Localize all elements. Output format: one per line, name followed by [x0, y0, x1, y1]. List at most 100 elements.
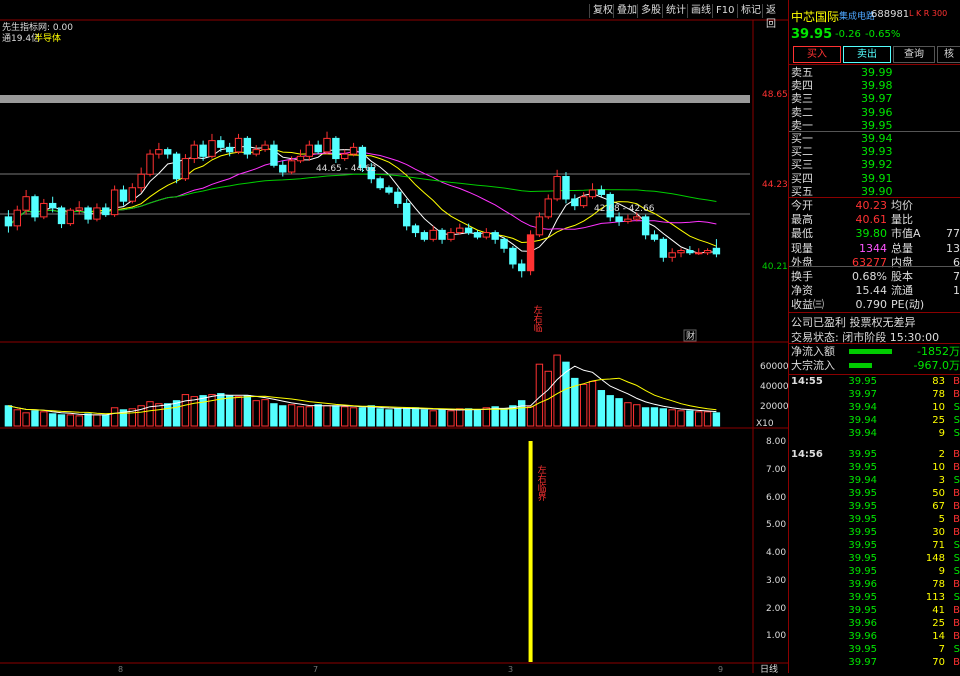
- toolbar-f10[interactable]: F10: [712, 4, 737, 18]
- tick-volume: 10: [932, 402, 945, 413]
- period-label[interactable]: 日线: [760, 663, 778, 675]
- volume-bar: [411, 407, 420, 427]
- tick-row[interactable]: 39.95 148 S: [789, 552, 960, 565]
- tick-time: 14:55: [791, 376, 823, 387]
- tick-row[interactable]: 39.94 9 S: [789, 427, 960, 440]
- buy-button[interactable]: 买入: [793, 46, 841, 63]
- tick-side: S: [953, 540, 960, 551]
- tick-row[interactable]: 39.95 5 B: [789, 513, 960, 526]
- tick-row[interactable]: 39.95 71 S: [789, 539, 960, 552]
- candle-body: [553, 176, 561, 200]
- candle-body: [279, 164, 287, 173]
- tick-row[interactable]: 14:56 39.95 2 B: [789, 448, 960, 461]
- tick-row[interactable]: 39.95 9 S: [789, 565, 960, 578]
- tick-row[interactable]: 39.96 25 B: [789, 617, 960, 630]
- tick-row[interactable]: 39.95 7 S: [789, 643, 960, 656]
- candle-body: [615, 216, 623, 222]
- tick-list[interactable]: 14:55 39.95 83 B 39.97 78 B 39.94 10 S 3…: [789, 375, 960, 673]
- tick-side: S: [953, 644, 960, 655]
- candle-body: [252, 149, 260, 155]
- candle-body: [402, 202, 411, 227]
- toolbar-duogu[interactable]: 多股: [637, 4, 664, 18]
- quote-row: 换手 0.68% 股本 7: [789, 269, 960, 284]
- candle-body: [385, 187, 393, 193]
- tick-volume: 30: [932, 527, 945, 538]
- volume-bar: [164, 403, 172, 427]
- tick-row[interactable]: 39.96 14 B: [789, 630, 960, 643]
- tick-row[interactable]: 14:55 39.95 83 B: [789, 375, 960, 388]
- candle-body: [13, 209, 21, 227]
- tick-row[interactable]: 39.95 10 B: [789, 461, 960, 474]
- candle-body: [225, 146, 234, 153]
- candle-body: [376, 178, 384, 189]
- candle-body: [447, 232, 455, 240]
- volume-bar: [482, 407, 491, 427]
- candle-body: [199, 144, 207, 157]
- query-button[interactable]: 查询: [893, 46, 935, 63]
- toolbar-fuquan[interactable]: 复权: [589, 4, 616, 18]
- toolbar-fanhui[interactable]: 返回: [762, 4, 788, 30]
- candle-body: [624, 218, 632, 222]
- volume-bar: [456, 408, 464, 427]
- tick-row[interactable]: 39.97 70 B: [789, 656, 960, 669]
- volume-bar: [234, 396, 243, 427]
- vol-axis-label-1: 60000: [760, 362, 788, 372]
- price-change: -0.26: [835, 29, 861, 40]
- tick-price: 39.95: [848, 376, 877, 387]
- cai-badge[interactable]: 财: [686, 330, 695, 342]
- quote-label-2: 内盘: [891, 255, 913, 269]
- quote-value: 39.80: [855, 227, 888, 241]
- candle-body: [341, 153, 349, 160]
- tick-side: B: [953, 449, 960, 460]
- candle-body: [703, 250, 712, 254]
- more-button[interactable]: 核: [937, 46, 960, 63]
- volume-bar: [31, 410, 39, 427]
- quote-label: 净资: [791, 284, 813, 298]
- candle-body: [270, 144, 278, 166]
- tick-side: B: [953, 389, 960, 400]
- quote-label-2: 量比: [891, 213, 913, 227]
- volume-bar: [615, 398, 623, 427]
- sell-button[interactable]: 卖出: [843, 46, 891, 63]
- tick-row[interactable]: 39.97 78 B: [789, 388, 960, 401]
- toolbar-biaoji[interactable]: 标记: [737, 4, 764, 18]
- volume-bar: [659, 408, 667, 427]
- tick-price: 39.95: [848, 605, 877, 616]
- toolbar-tongji[interactable]: 统计: [662, 4, 689, 18]
- tick-row[interactable]: 39.95 50 B: [789, 487, 960, 500]
- candle-body: [217, 140, 225, 148]
- quote-value: 0.790: [855, 298, 888, 312]
- tick-row[interactable]: 39.94 10 S: [789, 401, 960, 414]
- flow-bar: [849, 349, 892, 354]
- indicator-layer: [528, 441, 533, 662]
- candle-body: [190, 144, 198, 160]
- sector-label[interactable]: 半导体: [34, 31, 61, 44]
- volume-bar: [447, 410, 455, 427]
- tick-price: 39.95: [848, 449, 877, 460]
- candle-body: [562, 176, 570, 200]
- tick-row[interactable]: 39.95 30 B: [789, 526, 960, 539]
- tick-row[interactable]: 39.95 67 B: [789, 500, 960, 513]
- volume-bar: [579, 383, 588, 427]
- stock-sector-link[interactable]: 集成电路: [839, 9, 875, 22]
- tick-row[interactable]: 39.95 113 S: [789, 591, 960, 604]
- volume-bar: [13, 409, 21, 427]
- toolbar-diejia[interactable]: 叠加: [613, 4, 640, 18]
- tick-price: 39.96: [848, 631, 877, 642]
- volume-bar: [190, 396, 198, 427]
- tick-row[interactable]: 39.94 25 S: [789, 414, 960, 427]
- kline-chart-area[interactable]: 44.65 - 44.62 42.68 - 42.66 左右临 左右临界 财 4…: [0, 0, 789, 675]
- toolbar-huaxian[interactable]: 画线: [687, 4, 714, 18]
- tick-row[interactable]: 39.95 41 B: [789, 604, 960, 617]
- tick-price: 39.96: [848, 579, 877, 590]
- tick-volume: 14: [932, 631, 945, 642]
- tick-side: S: [953, 415, 960, 426]
- candle-body: [155, 149, 163, 155]
- tick-row[interactable]: 39.94 3 S: [789, 474, 960, 487]
- tick-row[interactable]: 39.96 78 B: [789, 578, 960, 591]
- volume-bar: [668, 409, 676, 427]
- quote-label-2: 均价: [891, 199, 913, 212]
- candle-body: [75, 207, 83, 211]
- kline-svg[interactable]: 44.65 - 44.62 42.68 - 42.66 左右临 左右临界 财 4…: [0, 0, 789, 675]
- quote-value-2: 77: [946, 227, 960, 241]
